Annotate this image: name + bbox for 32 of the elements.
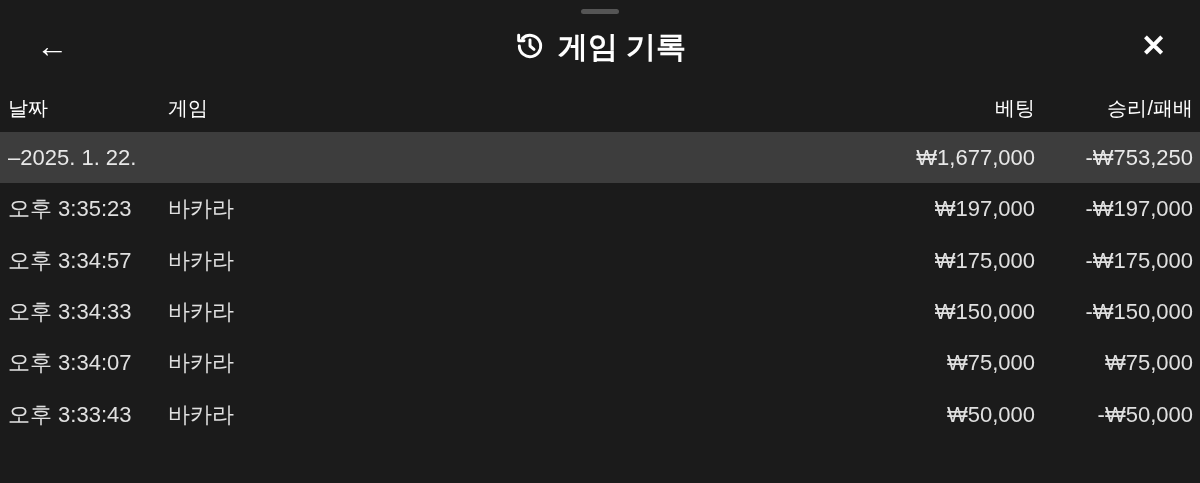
column-header: 베팅 (994, 96, 1035, 121)
column-header: 날짜 (8, 96, 49, 121)
table-cell-text: 오후 3:33:43 (8, 400, 133, 429)
table-cell-text: -₩197,000 (1084, 195, 1193, 224)
table-cell-text: -₩50,000 (1096, 400, 1193, 429)
table-cell-text: 바카라 (168, 297, 235, 326)
table-cell-text: -₩150,000 (1084, 297, 1193, 326)
column-header: 게임 (168, 96, 209, 121)
table-cell-text: ₩75,000 (1103, 349, 1193, 378)
table-cell-text: 바카라 (168, 246, 235, 275)
table-cell-text: ₩1,677,000 (915, 144, 1035, 172)
date-group-row[interactable]: –2025. 1. 22. ₩1,677,000 -₩753,250 (0, 132, 1200, 183)
column-header: 승리/패배 (1106, 96, 1193, 121)
window-title: 게임 기록 (557, 28, 687, 65)
table-cell-text: ₩50,000 (945, 400, 1035, 429)
table-cell-text: 바카라 (168, 349, 235, 378)
table-cell-text: 오후 3:34:07 (8, 349, 133, 378)
group-date: –2025. 1. 22. (8, 144, 138, 172)
table-cell-text: ₩150,000 (933, 297, 1035, 326)
table-cell-text: 바카라 (168, 400, 235, 429)
table-cell-text: ₩197,000 (933, 195, 1035, 224)
close-button[interactable]: ✕ (1130, 31, 1166, 61)
back-button[interactable]: ← (34, 30, 70, 62)
table-cell-text: 오후 3:34:33 (8, 297, 133, 326)
table-cell-text: ₩75,000 (945, 349, 1035, 378)
table-cell-text: -₩175,000 (1084, 246, 1193, 275)
table-cell-text: -₩753,250 (1084, 144, 1193, 172)
table-cell-text: 오후 3:35:23 (8, 195, 133, 224)
table-cell-text: 오후 3:34:57 (8, 246, 133, 275)
drag-handle[interactable] (581, 9, 619, 14)
table-cell-text: 바카라 (168, 195, 235, 224)
table-cell-text: ₩175,000 (933, 246, 1035, 275)
